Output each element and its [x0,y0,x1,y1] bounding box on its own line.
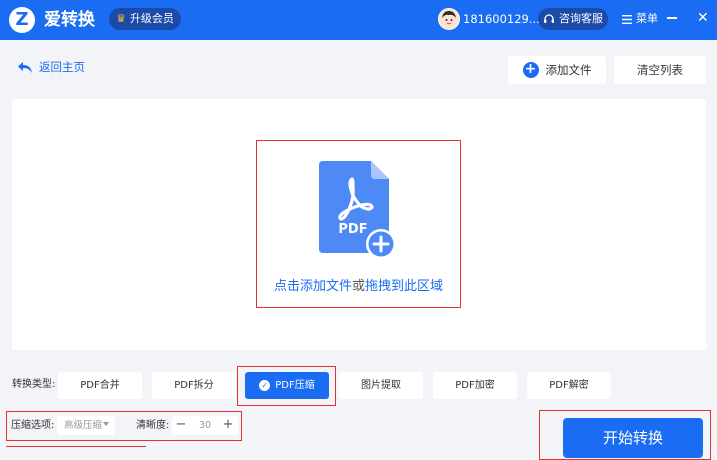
app-logo-icon: Z [9,7,35,33]
output-row-highlight [6,446,146,450]
type-pdf-compress[interactable]: ✓ PDF压缩 [245,372,329,399]
username-label[interactable]: 181600129... [463,10,540,28]
title-bar [0,0,717,40]
type-image-extract[interactable]: 图片提取 [339,372,423,399]
crown-icon: ♛ [116,12,126,25]
drop-prompt-or: 或 [351,279,365,294]
customer-service-button[interactable]: 咨询客服 [538,8,608,30]
menu-icon [622,14,632,24]
clarity-label: 清晰度: [136,420,170,431]
drop-prompt[interactable]: 点击添加文件或拖拽到此区域 [256,278,461,296]
headset-icon [544,14,554,23]
back-home-link[interactable]: 返回主页 [17,59,85,75]
chevron-down-icon [103,422,109,426]
menu-label: 菜单 [636,12,658,25]
upgrade-vip-label: 升级会员 [129,12,174,25]
avatar-icon[interactable] [438,8,460,30]
add-file-label: 添加文件 [545,63,592,77]
upgrade-vip-button[interactable]: ♛ 升级会员 [109,8,181,30]
clarity-value-input[interactable]: 30 [190,416,220,435]
menu-button[interactable]: 菜单 [622,10,658,28]
clarity-increment-button[interactable]: + [220,416,236,435]
type-pdf-compress-label: PDF压缩 [275,380,315,391]
type-pdf-decrypt[interactable]: PDF解密 [527,372,611,399]
clarity-decrement-button[interactable]: − [173,416,189,435]
start-convert-button[interactable]: 开始转换 [563,418,703,458]
plus-circle-icon: + [522,62,539,78]
clear-list-button[interactable]: 清空列表 [614,56,706,84]
pdf-badge-text: PDF [338,222,367,237]
conversion-type-label: 转换类型: [12,379,56,390]
type-pdf-encrypt[interactable]: PDF加密 [433,372,517,399]
add-file-button[interactable]: + 添加文件 [508,56,606,84]
type-pdf-merge[interactable]: PDF合并 [58,372,142,399]
type-pdf-split[interactable]: PDF拆分 [152,372,236,399]
drop-prompt-drag: 拖拽到此区域 [365,279,444,294]
pdf-file-icon[interactable]: PDF [317,161,397,265]
back-home-label: 返回主页 [39,60,85,74]
drop-prompt-click: 点击添加文件 [273,279,352,294]
close-icon[interactable]: ✕ [697,8,709,28]
customer-service-label: 咨询客服 [559,12,603,25]
check-icon: ✓ [259,380,271,391]
compress-option-label: 压缩选项: [11,420,55,431]
minimize-icon[interactable] [667,17,677,19]
app-title: 爱转换 [44,10,95,30]
back-arrow-icon [18,61,32,73]
